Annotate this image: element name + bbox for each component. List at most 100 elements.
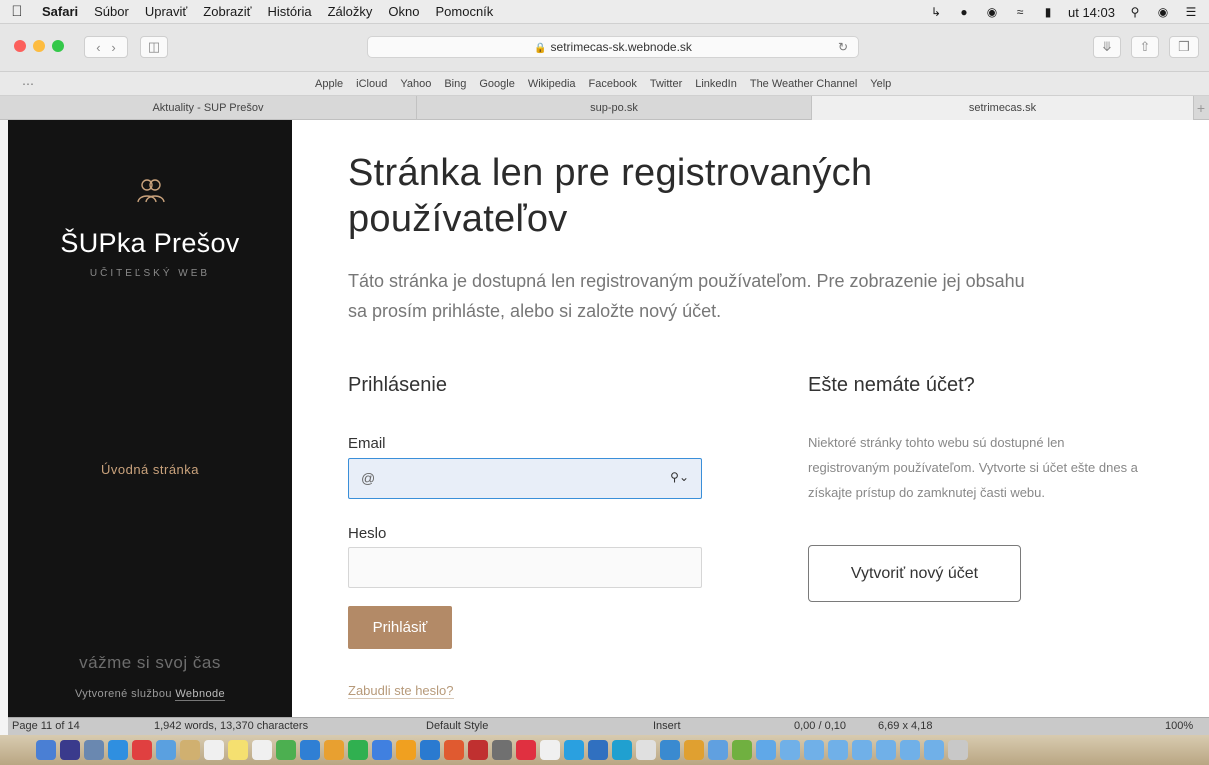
app-icon-gold[interactable]	[684, 740, 704, 760]
object-size: 6,69 x 4,18	[878, 720, 933, 732]
facetime-icon[interactable]	[372, 740, 392, 760]
folder-icon-10[interactable]	[924, 740, 944, 760]
spotlight-search-icon[interactable]: ⚲	[1127, 5, 1143, 19]
photos-icon[interactable]	[324, 740, 344, 760]
apple-menu-icon[interactable]: 	[0, 3, 34, 20]
reminders-icon[interactable]	[252, 740, 272, 760]
app-store-icon[interactable]	[420, 740, 440, 760]
favorite-apple[interactable]: Apple	[315, 78, 343, 90]
minimize-window-button[interactable]	[33, 40, 45, 52]
favorite-yahoo[interactable]: Yahoo	[400, 78, 431, 90]
password-autofill-key-icon[interactable]: ⚲⌄	[670, 470, 689, 484]
app-icon-orange[interactable]	[444, 740, 464, 760]
forward-icon[interactable]: ›	[111, 40, 115, 55]
app-icon-red-3[interactable]	[516, 740, 536, 760]
login-button[interactable]: Prihlásiť	[348, 606, 452, 649]
menu-help[interactable]: Pomocník	[427, 4, 501, 19]
app-icon-blue[interactable]	[156, 740, 176, 760]
favorite-linkedin[interactable]: LinkedIn	[695, 78, 737, 90]
address-bar[interactable]: 🔒 setrimecas-sk.webnode.sk ↻	[367, 36, 859, 58]
launchpad-icon[interactable]	[60, 740, 80, 760]
site-sidebar: ŠUPka Prešov UČITEĽSKÝ WEB Úvodná stránk…	[8, 120, 292, 717]
folder-icon-7[interactable]	[852, 740, 872, 760]
tabs-overview-button[interactable]: ❒	[1169, 36, 1199, 58]
folder-icon-6[interactable]	[828, 740, 848, 760]
tab-sup-po[interactable]: sup-po.sk	[417, 96, 812, 120]
menu-history[interactable]: História	[260, 4, 320, 19]
zoom-window-button[interactable]	[52, 40, 64, 52]
menu-file[interactable]: Súbor	[86, 4, 137, 19]
notification-center-icon[interactable]: ☰	[1183, 5, 1199, 19]
messages-icon[interactable]	[348, 740, 368, 760]
skype-icon[interactable]: ●	[956, 5, 972, 19]
nav-home-link[interactable]: Úvodná stránka	[8, 462, 292, 477]
notes-icon[interactable]	[228, 740, 248, 760]
sync-icon[interactable]: ◉	[984, 5, 1000, 19]
sidebar-toggle-button[interactable]: ◫	[140, 36, 168, 58]
menu-safari[interactable]: Safari	[34, 4, 86, 19]
safari-icon[interactable]	[108, 740, 128, 760]
share-button[interactable]: ⇧	[1131, 36, 1159, 58]
site-title[interactable]: ŠUPka Prešov	[8, 228, 292, 259]
top-sites-grid-icon[interactable]: ⋯	[22, 77, 34, 91]
cursor-tool-icon[interactable]: ↳	[928, 5, 944, 19]
app-icon-red-2[interactable]	[468, 740, 488, 760]
favorite-twitter[interactable]: Twitter	[650, 78, 682, 90]
insert-mode: Insert	[653, 720, 681, 732]
word-icon[interactable]	[588, 740, 608, 760]
forgot-password-link[interactable]: Zabudli ste heslo?	[348, 683, 454, 699]
menu-view[interactable]: Zobraziť	[195, 4, 259, 19]
reload-icon[interactable]: ↻	[838, 37, 848, 57]
menu-window[interactable]: Okno	[380, 4, 427, 19]
intro-text: Táto stránka je dostupná len registrovan…	[348, 271, 1025, 321]
tab-aktuality[interactable]: Aktuality - SUP Prešov	[0, 96, 417, 120]
rocket-icon[interactable]	[84, 740, 104, 760]
app-icon-brown[interactable]	[180, 740, 200, 760]
favorite-weather-channel[interactable]: The Weather Channel	[750, 78, 857, 90]
create-account-button[interactable]: Vytvoriť nový účet	[808, 545, 1021, 602]
battery-icon[interactable]: ▮	[1040, 5, 1056, 19]
folder-icon-9[interactable]	[900, 740, 920, 760]
skype-dock-icon[interactable]	[564, 740, 584, 760]
favorite-wikipedia[interactable]: Wikipedia	[528, 78, 576, 90]
password-field[interactable]	[348, 547, 702, 588]
folder-icon-3[interactable]	[756, 740, 776, 760]
tab-setrimecas[interactable]: setrimecas.sk	[812, 96, 1194, 120]
app-icon-blue-2[interactable]	[300, 740, 320, 760]
favorite-yelp[interactable]: Yelp	[870, 78, 891, 90]
calendar-icon[interactable]	[204, 740, 224, 760]
app-icon-green[interactable]	[732, 740, 752, 760]
ibooks-icon[interactable]	[396, 740, 416, 760]
webnode-link[interactable]: Webnode	[175, 688, 226, 701]
app-icon-red[interactable]	[132, 740, 152, 760]
clock[interactable]: ut 14:03	[1068, 5, 1115, 20]
back-icon[interactable]: ‹	[96, 40, 100, 55]
document-icon-2[interactable]	[636, 740, 656, 760]
menu-bookmarks[interactable]: Záložky	[320, 4, 381, 19]
favorite-facebook[interactable]: Facebook	[589, 78, 637, 90]
close-window-button[interactable]	[14, 40, 26, 52]
favorite-bing[interactable]: Bing	[444, 78, 466, 90]
favorite-google[interactable]: Google	[479, 78, 514, 90]
maps-icon[interactable]	[276, 740, 296, 760]
back-forward-buttons[interactable]: ‹ ›	[84, 36, 128, 58]
folder-icon[interactable]	[660, 740, 680, 760]
system-preferences-icon[interactable]	[492, 740, 512, 760]
trash-icon[interactable]	[948, 740, 968, 760]
menu-edit[interactable]: Upraviť	[137, 4, 195, 19]
folder-icon-8[interactable]	[876, 740, 896, 760]
people-logo-icon	[137, 179, 165, 203]
app-icon-cyan[interactable]	[612, 740, 632, 760]
folder-icon-4[interactable]	[780, 740, 800, 760]
favorite-icloud[interactable]: iCloud	[356, 78, 387, 90]
folder-icon-2[interactable]	[708, 740, 728, 760]
document-icon[interactable]	[540, 740, 560, 760]
finder-icon[interactable]	[36, 740, 56, 760]
sidebar-icon: ◫	[147, 39, 161, 54]
new-tab-button[interactable]: +	[1194, 96, 1209, 119]
downloads-button[interactable]: ⤋	[1093, 36, 1121, 58]
folder-icon-5[interactable]	[804, 740, 824, 760]
email-field[interactable]: @ ⚲⌄	[348, 458, 702, 499]
wifi-icon[interactable]: ≈	[1012, 5, 1028, 19]
siri-icon[interactable]: ◉	[1155, 5, 1171, 19]
